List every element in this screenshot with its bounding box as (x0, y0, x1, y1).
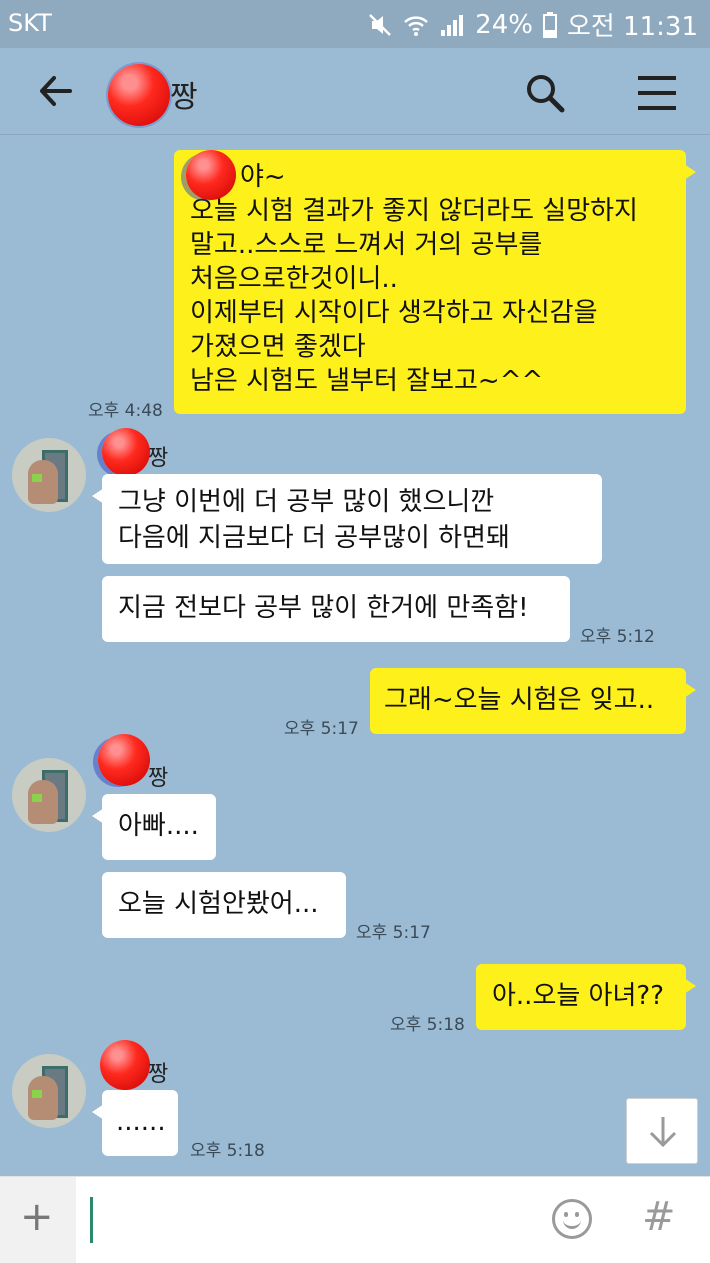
clock: 오전 11:31 (566, 12, 698, 42)
message-text: 아..오늘 아녀?? (492, 981, 664, 1011)
message-time: 오후 5:18 (390, 1015, 465, 1035)
message-line: 오늘 시험 결과가 좋지 않더라도 실망하지 (190, 196, 638, 226)
wifi-icon (404, 15, 429, 36)
battery-percent: 24% (475, 9, 533, 40)
redacted-name-mark (102, 428, 150, 476)
my-message-bubble[interactable]: 아..오늘 아녀?? (476, 964, 696, 1030)
sender-name: 짱 (148, 1062, 169, 1087)
their-message-bubble[interactable]: 지금 전보다 공부 많이 한거에 만족함! (102, 576, 570, 642)
their-message-bubble[interactable]: 오늘 시험안봤어... (102, 872, 346, 938)
their-message-bubble[interactable]: 그냥 이번에 더 공부 많이 했으니깐 다음에 지금보다 더 공부많이 하면돼 (92, 474, 602, 564)
redacted-name-mark (108, 64, 170, 126)
redacted-name-mark (100, 1040, 150, 1090)
message-time: 오후 4:48 (88, 401, 163, 421)
message-text: 지금 전보다 공부 많이 한거에 만족함! (118, 593, 529, 623)
message-line: 그냥 이번에 더 공부 많이 했으니깐 (118, 487, 495, 517)
message-input-bar: + # (0, 1176, 710, 1263)
their-message-bubble[interactable]: 아빠.... (92, 794, 216, 860)
redacted-name-mark (186, 150, 236, 200)
message-line: 야~ (240, 162, 286, 192)
message-time: 오후 5:17 (284, 719, 359, 739)
message-text: 그래~오늘 시험은 잊고.. (384, 685, 655, 715)
my-message-bubble[interactable]: 야~ 오늘 시험 결과가 좋지 않더라도 실망하지 말고..스스로 느껴서 거의… (174, 150, 696, 414)
back-arrow-icon[interactable] (32, 66, 82, 116)
emoji-icon[interactable] (552, 1199, 592, 1239)
message-line: 처음으로한것이니.. (190, 264, 398, 294)
their-message-bubble[interactable]: ...... (92, 1090, 178, 1156)
message-line: 이제부터 시작이다 생각하고 자신감을 (190, 298, 598, 328)
message-input[interactable] (90, 1197, 93, 1243)
message-line: 다음에 지금보다 더 공부많이 하면돼 (118, 523, 510, 553)
message-line: 남은 시험도 낼부터 잘보고~^^ (190, 366, 544, 396)
scroll-to-bottom-button[interactable] (626, 1098, 698, 1164)
message-text: ...... (116, 1107, 166, 1137)
sender-name: 짱 (148, 766, 169, 791)
my-message-bubble[interactable]: 그래~오늘 시험은 잊고.. (370, 668, 696, 734)
chat-header: 짱 (0, 48, 710, 135)
message-text: 오늘 시험안봤어... (118, 889, 319, 919)
message-time: 오후 5:18 (190, 1141, 265, 1161)
sender-name: 짱 (148, 446, 169, 471)
mute-icon (369, 13, 392, 36)
message-line: 말고..스스로 느껴서 거의 공부를 (190, 230, 543, 260)
avatar[interactable] (12, 1054, 86, 1128)
attach-button[interactable]: + (0, 1177, 76, 1263)
carrier-label: SKT (8, 9, 52, 37)
battery-icon (542, 11, 557, 38)
hash-icon[interactable]: # (642, 1195, 676, 1239)
message-line: 가졌으면 좋겠다 (190, 332, 366, 362)
avatar[interactable] (12, 758, 86, 832)
search-icon[interactable] (520, 68, 570, 118)
menu-icon[interactable] (632, 70, 682, 116)
plus-icon: + (20, 1194, 54, 1240)
status-bar: SKT 24% 오전 11:31 (0, 0, 710, 48)
chevron-down-icon (649, 1117, 677, 1148)
status-right: 24% 오전 11:31 (367, 6, 698, 43)
signal-icon (441, 14, 464, 36)
redacted-name-mark (98, 734, 150, 786)
chat-title: 짱 (170, 80, 198, 115)
message-text: 아빠.... (118, 811, 199, 841)
message-time: 오후 5:17 (356, 923, 431, 943)
message-time: 오후 5:12 (580, 627, 655, 647)
avatar[interactable] (12, 438, 86, 512)
